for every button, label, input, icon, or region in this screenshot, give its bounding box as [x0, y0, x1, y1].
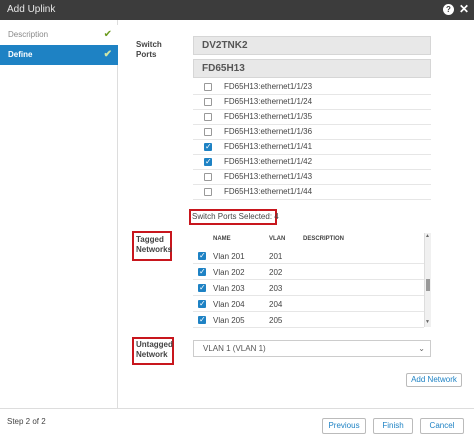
- vlan-checkbox[interactable]: [198, 267, 206, 276]
- port-row[interactable]: FD65H13:ethernet1/1/44: [193, 185, 431, 200]
- vlan-name: Vlan 202: [213, 268, 245, 277]
- column-header-name[interactable]: NAME: [213, 236, 231, 242]
- vlan-id: 202: [269, 268, 283, 277]
- step-indicator: Step 2 of 2: [7, 417, 46, 426]
- step-description[interactable]: Description ✔: [0, 25, 118, 45]
- port-checkbox[interactable]: [204, 98, 212, 106]
- scroll-thumb[interactable]: [426, 279, 430, 291]
- select-value: VLAN 1 (VLAN 1): [203, 344, 266, 353]
- vlan-row[interactable]: Vlan 203 203: [193, 280, 424, 296]
- vlan-checkbox[interactable]: [198, 299, 206, 308]
- untagged-network-label: Untagged Network: [136, 340, 173, 359]
- vlan-name: Vlan 205: [213, 316, 245, 325]
- port-checkbox[interactable]: [204, 173, 212, 181]
- tagged-networks-label: Tagged Networks: [136, 235, 173, 254]
- switch-ports-label: Switch Ports: [136, 40, 162, 59]
- port-name: FD65H13:ethernet1/1/41: [224, 142, 313, 151]
- dialog-title: Add Uplink: [7, 4, 56, 15]
- port-name: FD65H13:ethernet1/1/23: [224, 82, 313, 91]
- port-checkbox[interactable]: [204, 113, 212, 121]
- vlan-name: Vlan 201: [213, 252, 245, 261]
- help-icon[interactable]: ?: [443, 4, 454, 15]
- step-label: Define: [8, 50, 33, 59]
- port-row[interactable]: FD65H13:ethernet1/1/42: [193, 155, 431, 170]
- vlan-scrollbar[interactable]: ▲ ▼: [424, 233, 431, 327]
- vlan-id: 205: [269, 316, 283, 325]
- port-checkbox[interactable]: [204, 128, 212, 136]
- close-icon[interactable]: ✕: [459, 2, 469, 16]
- port-name: FD65H13:ethernet1/1/42: [224, 157, 313, 166]
- scroll-down-icon[interactable]: ▼: [425, 319, 430, 325]
- port-checkbox[interactable]: [204, 142, 212, 151]
- vlan-row[interactable]: Vlan 205 205: [193, 312, 424, 328]
- vlan-id: 204: [269, 300, 283, 309]
- port-name: FD65H13:ethernet1/1/36: [224, 127, 313, 136]
- column-header-vlan[interactable]: VLAN: [269, 236, 285, 242]
- port-name: FD65H13:ethernet1/1/44: [224, 187, 313, 196]
- untagged-network-select[interactable]: VLAN 1 (VLAN 1) ⌄: [193, 340, 431, 357]
- vlan-checkbox[interactable]: [198, 251, 206, 260]
- chevron-down-icon: ⌄: [418, 344, 425, 353]
- vlan-id: 203: [269, 284, 283, 293]
- selected-count: Switch Ports Selected: 4: [192, 212, 279, 221]
- port-row[interactable]: FD65H13:ethernet1/1/35: [193, 110, 431, 125]
- port-checkbox[interactable]: [204, 157, 212, 166]
- port-checkbox[interactable]: [204, 83, 212, 91]
- column-header-description[interactable]: DESCRIPTION: [303, 236, 344, 242]
- port-name: FD65H13:ethernet1/1/24: [224, 97, 313, 106]
- vlan-table-header: NAME VLAN DESCRIPTION: [193, 233, 424, 247]
- vlan-row[interactable]: Vlan 201 201: [193, 248, 424, 264]
- port-name: FD65H13:ethernet1/1/43: [224, 172, 313, 181]
- step-define[interactable]: Define ✔: [0, 45, 118, 65]
- scroll-up-icon[interactable]: ▲: [425, 233, 430, 239]
- finish-button[interactable]: Finish: [373, 418, 413, 434]
- switch-header-dv2tnk2[interactable]: DV2TNK2: [193, 36, 431, 55]
- previous-button[interactable]: Previous: [322, 418, 366, 434]
- vlan-id: 201: [269, 252, 283, 261]
- vlan-row[interactable]: Vlan 202 202: [193, 264, 424, 280]
- port-row[interactable]: FD65H13:ethernet1/1/43: [193, 170, 431, 185]
- port-checkbox[interactable]: [204, 188, 212, 196]
- port-row[interactable]: FD65H13:ethernet1/1/23: [193, 80, 431, 95]
- switch-header-fd65h13[interactable]: FD65H13: [193, 59, 431, 78]
- cancel-button[interactable]: Cancel: [420, 418, 464, 434]
- vlan-checkbox[interactable]: [198, 283, 206, 292]
- step-label: Description: [8, 30, 49, 39]
- add-network-button[interactable]: Add Network: [406, 373, 462, 387]
- wizard-sidebar: Description ✔ Define ✔: [0, 20, 118, 408]
- port-name: FD65H13:ethernet1/1/35: [224, 112, 313, 121]
- vlan-name: Vlan 204: [213, 300, 245, 309]
- checkmark-icon: ✔: [103, 29, 112, 40]
- port-row[interactable]: FD65H13:ethernet1/1/41: [193, 140, 431, 155]
- checkmark-icon: ✔: [103, 49, 112, 60]
- port-row[interactable]: FD65H13:ethernet1/1/36: [193, 125, 431, 140]
- vlan-name: Vlan 203: [213, 284, 245, 293]
- vlan-row[interactable]: Vlan 204 204: [193, 296, 424, 312]
- vlan-checkbox[interactable]: [198, 315, 206, 324]
- dialog-titlebar: Add Uplink ? ✕: [0, 0, 474, 20]
- port-row[interactable]: FD65H13:ethernet1/1/24: [193, 95, 431, 110]
